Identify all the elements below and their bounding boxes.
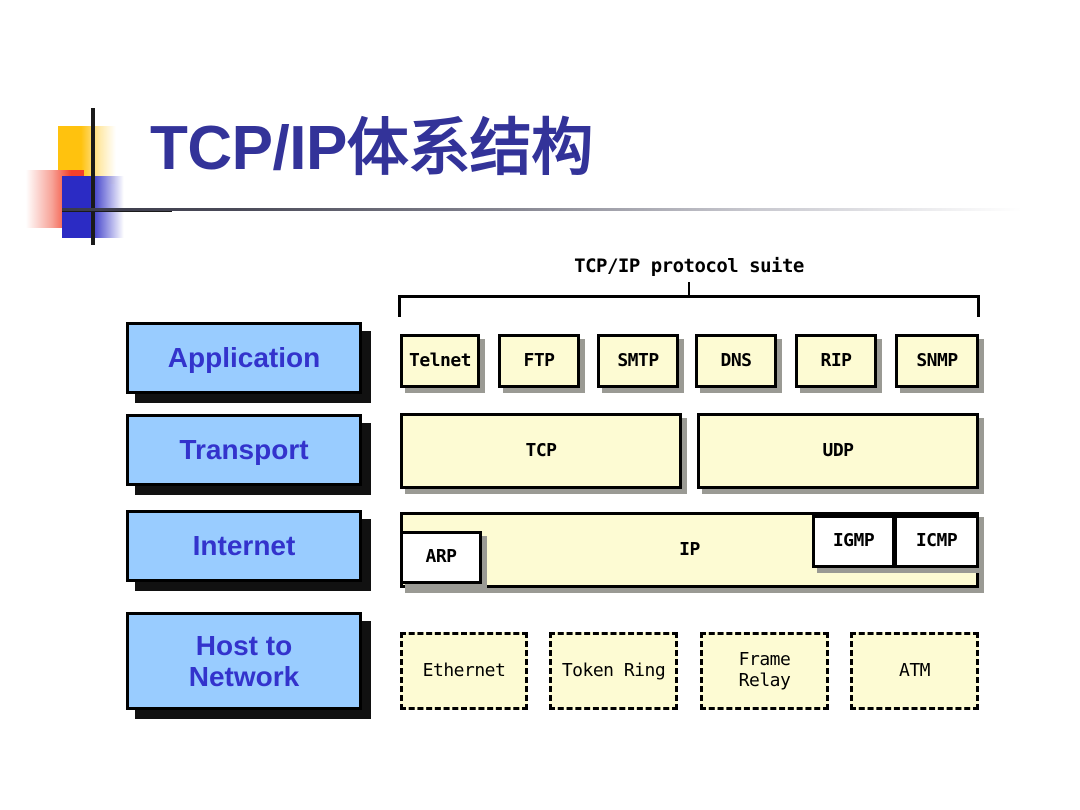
protocol-box-smtp[interactable]: SMTP <box>597 334 679 388</box>
layer-box-internet[interactable]: Internet <box>126 510 362 582</box>
protocol-box-tcp[interactable]: TCP <box>400 413 682 489</box>
protocol-box-snmp[interactable]: SNMP <box>895 334 979 388</box>
slide: TCP/IP体系结构 TCP/IP protocol suite Applica… <box>0 0 1080 810</box>
protocol-box-telnet[interactable]: Telnet <box>400 334 480 388</box>
protocol-box-atm[interactable]: ATM <box>850 632 979 710</box>
layer-box-transport[interactable]: Transport <box>126 414 362 486</box>
protocol-box-ftp[interactable]: FTP <box>498 334 580 388</box>
protocol-box-token-ring[interactable]: Token Ring <box>549 632 678 710</box>
protocol-box-frame-relay[interactable]: Frame Relay <box>700 632 829 710</box>
tcpip-architecture-diagram: TCP/IP protocol suite Application Transp… <box>0 0 1080 810</box>
layer-box-application[interactable]: Application <box>126 322 362 394</box>
protocol-box-icmp[interactable]: ICMP <box>894 515 979 568</box>
protocol-box-igmp[interactable]: IGMP <box>812 515 895 568</box>
protocol-box-dns[interactable]: DNS <box>695 334 777 388</box>
protocol-suite-tick <box>688 282 690 296</box>
protocol-box-rip[interactable]: RIP <box>795 334 877 388</box>
protocol-box-arp[interactable]: ARP <box>400 531 482 584</box>
protocol-suite-bracket <box>398 295 980 317</box>
protocol-box-udp[interactable]: UDP <box>697 413 979 489</box>
protocol-suite-label: TCP/IP protocol suite <box>574 255 804 277</box>
protocol-box-ethernet[interactable]: Ethernet <box>400 632 528 710</box>
layer-box-host-to-network[interactable]: Host to Network <box>126 612 362 710</box>
